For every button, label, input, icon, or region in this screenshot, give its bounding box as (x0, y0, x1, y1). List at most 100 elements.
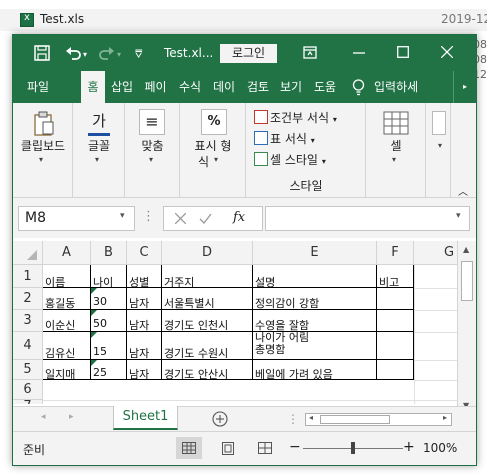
cell[interactable]: 30 (93, 295, 107, 308)
horizontal-scrollbar[interactable]: ◂ ▸ (305, 413, 452, 426)
align-icon[interactable]: ≡ (139, 109, 165, 135)
cell[interactable]: 이름 (45, 274, 65, 290)
name-box-dropdown-icon[interactable]: ▾ (120, 211, 125, 221)
cell[interactable]: 나이 (93, 274, 113, 290)
clipboard-label[interactable]: 클립보드 (13, 137, 73, 154)
font-label[interactable]: 글꼴 (73, 137, 125, 154)
clipboard-icon[interactable] (33, 111, 55, 137)
minimize-icon[interactable] (353, 52, 365, 54)
cell[interactable]: 일지매 (45, 366, 75, 382)
cell[interactable]: 나이가 어림 총명함 (255, 332, 309, 356)
horizontal-scroll-thumb[interactable] (320, 415, 390, 424)
ribbon-display-options-icon[interactable] (303, 46, 317, 59)
cell[interactable]: 경기도 안산시 (164, 366, 228, 382)
tab-view[interactable]: 보기 (276, 71, 306, 103)
vertical-scroll-thumb[interactable] (461, 261, 473, 301)
tab-split-handle-icon[interactable]: ⋮ (287, 412, 299, 426)
next-sheet-icon[interactable]: ▸ (69, 412, 74, 422)
collapse-ribbon-icon[interactable]: ︿ (458, 183, 468, 198)
tab-home[interactable]: 홈 (81, 71, 105, 103)
cell[interactable]: 15 (93, 345, 107, 358)
lightbulb-icon[interactable] (352, 79, 365, 96)
maximize-icon[interactable] (397, 46, 409, 58)
worksheet-grid[interactable]: A B C D E F G 1 2 3 4 5 6 7 (13, 241, 457, 404)
cell[interactable]: 비고 (379, 274, 399, 290)
row-header[interactable]: 7 (13, 400, 43, 404)
scroll-up-icon[interactable]: ▲ (463, 245, 469, 254)
sheet-tab-active[interactable]: Sheet1 (113, 406, 178, 430)
conditional-formatting-button[interactable]: 조건부 서식 ▾ (254, 109, 337, 126)
file-name[interactable]: Test.xls (40, 12, 84, 26)
cell[interactable]: 김유신 (45, 345, 75, 361)
column-header[interactable]: C (127, 241, 162, 265)
cell[interactable]: 이순신 (45, 317, 75, 333)
number-format-label-line1[interactable]: 표시 형 (180, 137, 246, 154)
cell[interactable]: 설명 (255, 274, 275, 290)
cells-icon[interactable] (383, 111, 409, 135)
tab-file[interactable]: 파일 (23, 71, 53, 103)
page-break-preview-icon[interactable] (258, 442, 272, 454)
insert-function-icon[interactable]: fx (233, 210, 245, 225)
cell[interactable]: 남자 (129, 317, 149, 333)
cell[interactable]: 베일에 가려 있음 (255, 366, 333, 382)
expand-formula-bar-icon[interactable]: ▾ (456, 211, 461, 221)
font-icon[interactable]: 가 (86, 109, 112, 135)
percent-icon[interactable]: % (201, 109, 227, 135)
select-all-button[interactable] (13, 241, 43, 265)
tab-page-layout[interactable]: 페이 (139, 71, 172, 103)
number-format-dropdown-icon[interactable]: ▾ (214, 155, 218, 164)
tab-insert[interactable]: 삽입 (108, 71, 136, 103)
column-header[interactable]: B (91, 241, 127, 265)
enter-icon[interactable] (199, 213, 212, 224)
zoom-in-icon[interactable]: + (403, 439, 415, 455)
font-dropdown-icon[interactable]: ▾ (95, 155, 99, 164)
previous-sheet-icon[interactable]: ◂ (41, 412, 46, 422)
tell-me-search[interactable]: 입력하세 (370, 71, 452, 103)
cell-styles-button[interactable]: 셀 스타일 ▾ (254, 151, 326, 168)
row-header[interactable]: 1 (13, 265, 43, 288)
cell[interactable]: 성별 (129, 274, 149, 290)
zoom-out-icon[interactable]: − (289, 439, 301, 455)
cell[interactable]: 서울특별시 (164, 295, 215, 311)
cell[interactable]: 홍길동 (45, 295, 75, 311)
cell[interactable]: 경기도 인천시 (164, 317, 228, 333)
cell[interactable]: 50 (93, 317, 107, 330)
column-header[interactable]: E (253, 241, 377, 265)
row-header[interactable]: 6 (13, 380, 43, 400)
editing-icon[interactable] (432, 111, 446, 135)
column-header[interactable]: D (162, 241, 253, 265)
row-header[interactable]: 3 (13, 310, 43, 332)
formula-input[interactable] (265, 206, 470, 231)
add-sheet-icon[interactable] (212, 411, 228, 427)
tab-help[interactable]: 도움 (309, 71, 341, 103)
row-header[interactable]: 4 (13, 332, 43, 360)
zoom-slider-thumb[interactable] (351, 442, 355, 454)
vertical-scrollbar[interactable]: ▲ ▼ (457, 241, 476, 422)
tab-formulas[interactable]: 수식 (175, 71, 205, 103)
login-button[interactable]: 로그인 (220, 44, 277, 63)
cell[interactable]: 정의감이 강함 (255, 295, 319, 311)
scroll-left-icon[interactable]: ◂ (309, 413, 313, 422)
column-header[interactable]: A (43, 241, 91, 265)
tab-scroll-right-icon[interactable]: ▸ (453, 71, 476, 103)
format-as-table-button[interactable]: 표 서식 ▾ (254, 130, 315, 147)
cell[interactable]: 남자 (129, 345, 149, 361)
alignment-label[interactable]: 맞춤 (125, 137, 180, 154)
row-header[interactable]: 2 (13, 288, 43, 310)
cell[interactable]: 거주지 (164, 274, 194, 290)
name-box[interactable]: M8 (18, 206, 135, 231)
cell[interactable]: 남자 (129, 295, 149, 311)
row-header[interactable]: 5 (13, 360, 43, 380)
customize-qat-icon[interactable]: ⩢ (135, 46, 142, 62)
cell[interactable]: 경기도 수원시 (164, 345, 228, 361)
editing-dropdown-icon[interactable]: ▾ (438, 141, 442, 150)
cell[interactable]: 남자 (129, 366, 149, 382)
number-format-label-line2[interactable]: 식 (198, 153, 209, 170)
alignment-dropdown-icon[interactable]: ▾ (149, 155, 153, 164)
scroll-right-icon[interactable]: ▸ (443, 413, 447, 422)
undo-icon[interactable] (65, 45, 81, 61)
page-layout-view-icon[interactable] (222, 442, 234, 455)
tab-data[interactable]: 데이 (208, 71, 240, 103)
cancel-icon[interactable] (175, 213, 186, 224)
cell[interactable]: 25 (93, 366, 107, 379)
